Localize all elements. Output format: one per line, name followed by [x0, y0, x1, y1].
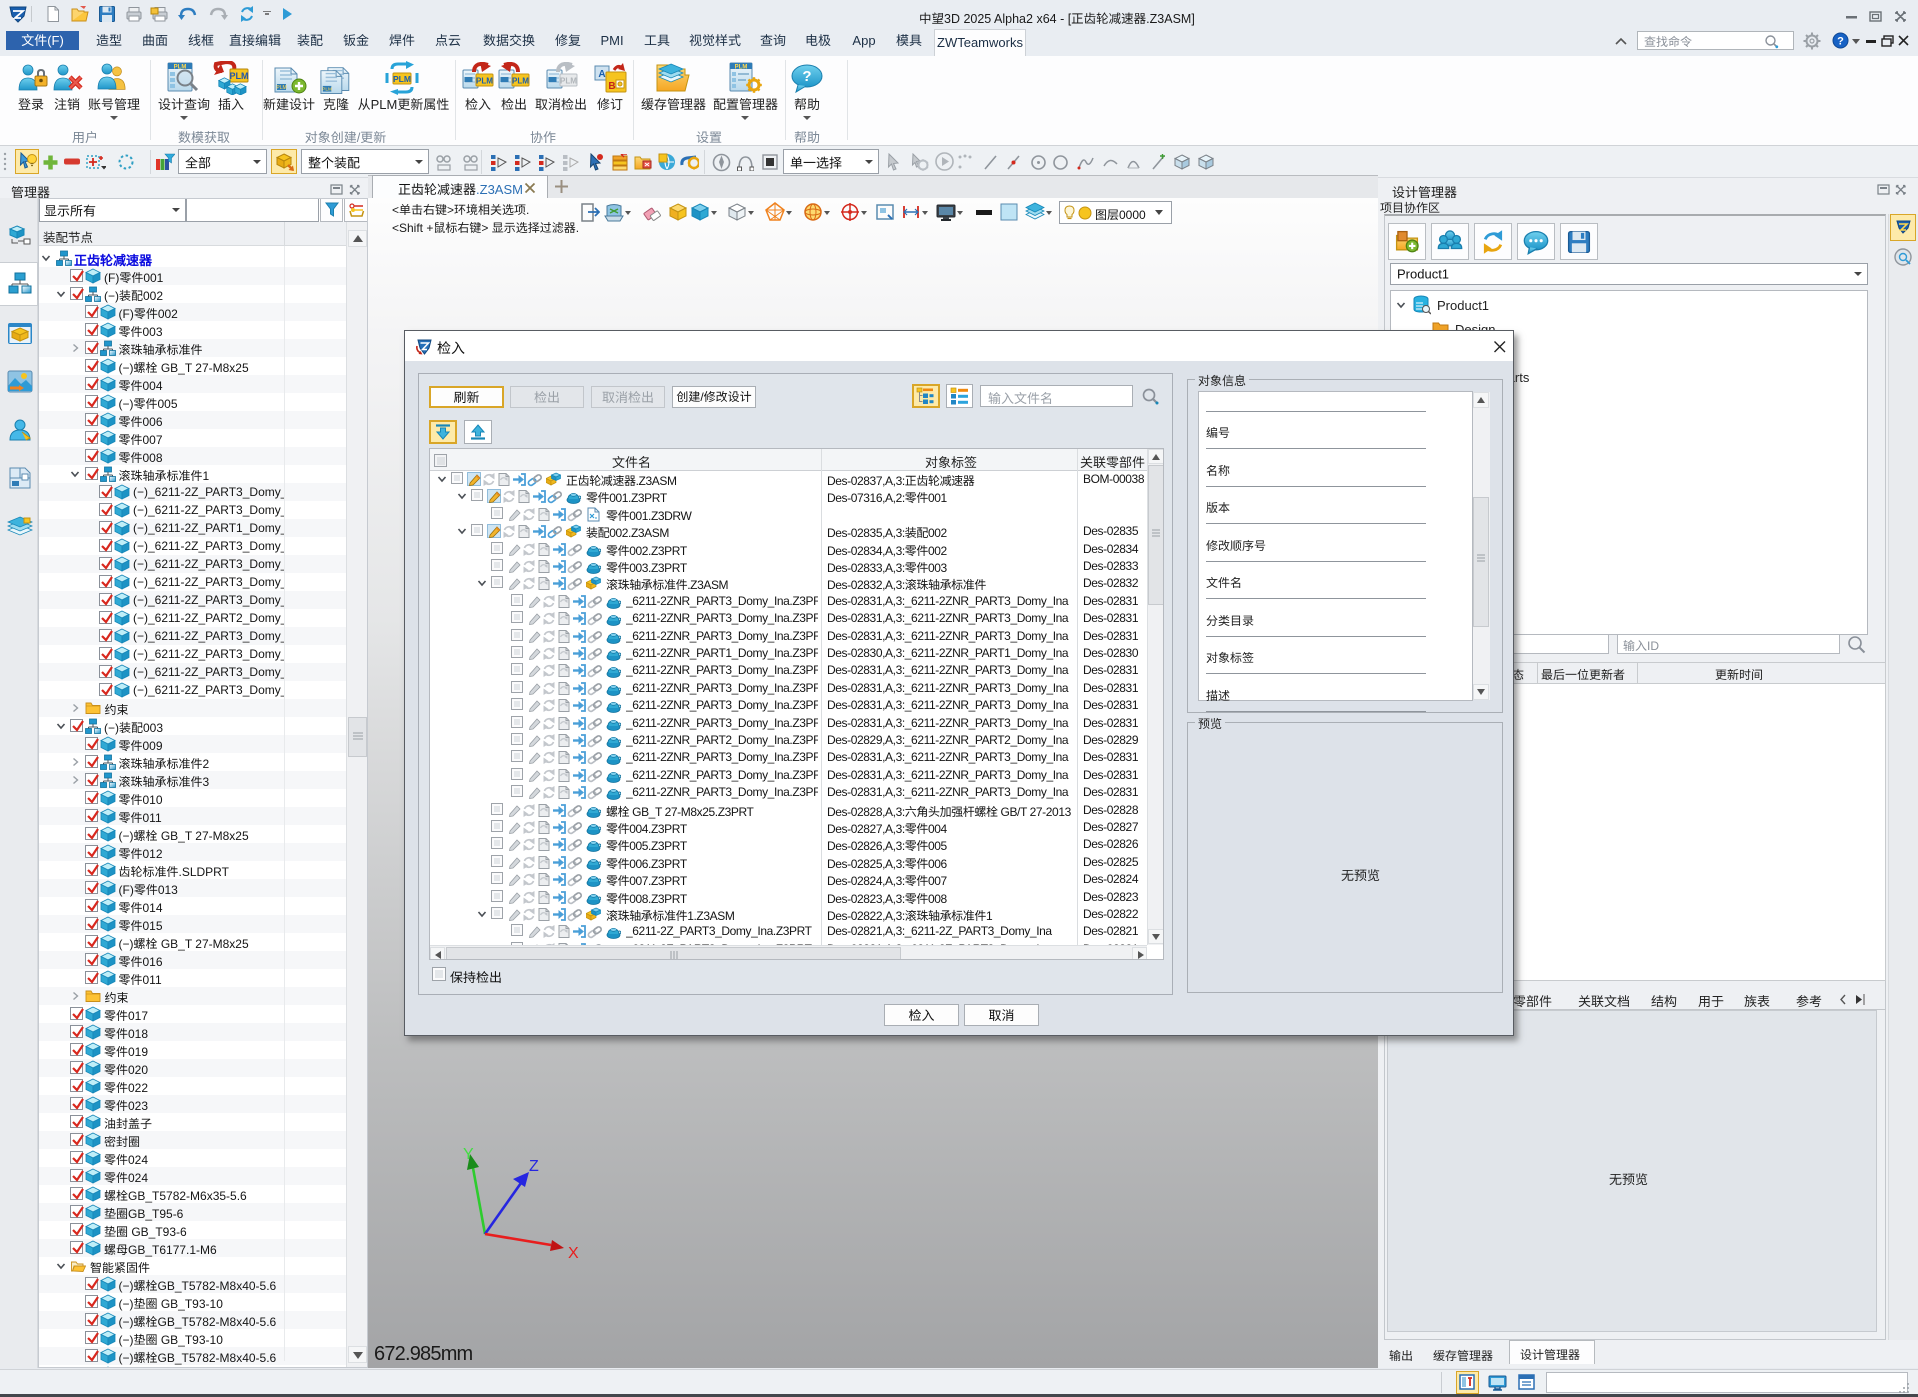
svg-text:PLM: PLM: [735, 65, 748, 71]
svg-text:PLM: PLM: [393, 74, 411, 84]
svg-text:PLM: PLM: [476, 77, 493, 86]
svg-text:?: ?: [802, 68, 811, 85]
svg-text:?: ?: [1837, 36, 1844, 48]
svg-text:PLM: PLM: [512, 77, 529, 86]
svg-text:PLM: PLM: [230, 71, 249, 81]
svg-text:PLM: PLM: [276, 85, 286, 91]
svg-text:PLM: PLM: [322, 87, 332, 93]
svg-text:Z: Z: [529, 1158, 539, 1175]
svg-text:A: A: [598, 69, 605, 80]
svg-text:X: X: [568, 1245, 579, 1258]
svg-text:B: B: [608, 81, 615, 92]
svg-text:Y: Y: [463, 1146, 474, 1163]
svg-text:PLM: PLM: [560, 77, 577, 86]
